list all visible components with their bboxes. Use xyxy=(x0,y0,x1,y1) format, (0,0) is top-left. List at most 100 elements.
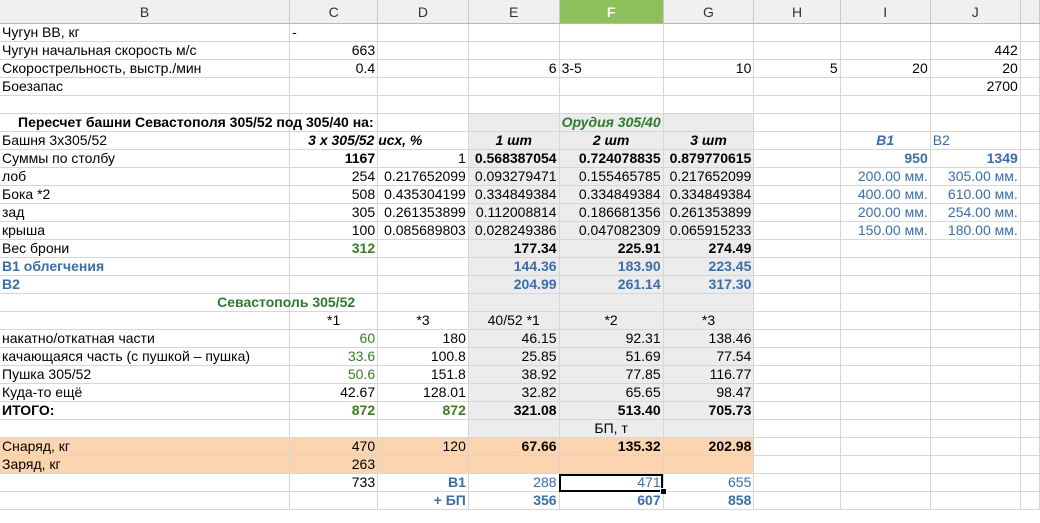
cell[interactable]: 0.155465785 xyxy=(559,167,664,186)
cell[interactable] xyxy=(663,23,755,42)
cell[interactable]: БП, т xyxy=(559,419,664,438)
cell[interactable]: 3-5 xyxy=(559,59,664,78)
cell[interactable]: 2 шт xyxy=(559,131,664,150)
cell[interactable]: Снаряд, кг xyxy=(0,437,291,456)
cell[interactable] xyxy=(663,77,755,96)
cell[interactable]: ИТОГО: xyxy=(0,401,291,420)
cell[interactable]: 32.82 xyxy=(468,383,560,402)
cell[interactable]: 0.879770615 xyxy=(663,149,755,168)
cell[interactable]: Орудия 305/40 xyxy=(559,113,664,132)
cell[interactable] xyxy=(1020,437,1040,456)
cell[interactable]: 872 xyxy=(377,401,469,420)
cell[interactable] xyxy=(753,365,841,384)
cell[interactable]: B1 xyxy=(840,131,931,150)
cell[interactable] xyxy=(930,311,1021,330)
cell[interactable]: 202.98 xyxy=(663,437,755,456)
cell[interactable] xyxy=(663,293,755,312)
cell[interactable]: 0.217652099 xyxy=(663,167,755,186)
cell[interactable]: 5 xyxy=(753,59,841,78)
cell[interactable]: 0.093279471 xyxy=(468,167,560,186)
cell[interactable] xyxy=(840,455,931,474)
cell[interactable] xyxy=(0,491,291,510)
column-header-b[interactable]: B xyxy=(0,0,291,24)
cell[interactable] xyxy=(753,437,841,456)
cell[interactable]: 0.261353899 xyxy=(377,203,469,222)
cell[interactable] xyxy=(289,275,379,294)
cell[interactable] xyxy=(1020,383,1040,402)
cell[interactable]: лоб xyxy=(0,167,291,186)
cell[interactable]: B2 xyxy=(0,275,291,294)
cell[interactable] xyxy=(1020,473,1040,492)
cell[interactable] xyxy=(289,257,379,276)
cell[interactable]: 0.085689803 xyxy=(377,221,469,240)
cell[interactable] xyxy=(468,77,560,96)
cell[interactable] xyxy=(0,473,291,492)
cell[interactable] xyxy=(1020,221,1040,240)
cell[interactable]: 321.08 xyxy=(468,401,560,420)
cell[interactable]: Чугун ВВ, кг xyxy=(0,23,291,42)
cell[interactable] xyxy=(1020,131,1040,150)
cell[interactable] xyxy=(1020,185,1040,204)
cell[interactable] xyxy=(1020,149,1040,168)
cell[interactable] xyxy=(468,113,560,132)
cell[interactable] xyxy=(468,293,560,312)
cell[interactable] xyxy=(753,329,841,348)
cell[interactable] xyxy=(840,473,931,492)
cell[interactable] xyxy=(753,419,841,438)
cell[interactable]: 65.65 xyxy=(559,383,664,402)
cell[interactable] xyxy=(1020,113,1040,132)
cell[interactable]: 20 xyxy=(840,59,931,78)
cell[interactable]: 138.46 xyxy=(663,329,755,348)
column-header-g[interactable]: G xyxy=(663,0,755,24)
cell[interactable]: Севастополь 305/52 xyxy=(217,293,379,312)
cell[interactable]: 77.85 xyxy=(559,365,664,384)
cell[interactable]: B1 облегчения xyxy=(0,257,291,276)
cell[interactable]: 225.91 xyxy=(559,239,664,258)
cell[interactable] xyxy=(1020,491,1040,510)
cell[interactable] xyxy=(753,167,841,186)
cell[interactable]: 0.568387054 xyxy=(468,149,560,168)
cell[interactable]: 33.6 xyxy=(289,347,379,366)
cell[interactable] xyxy=(663,419,755,438)
cell[interactable] xyxy=(840,293,931,312)
cell[interactable] xyxy=(753,77,841,96)
cell[interactable]: 0.112008814 xyxy=(468,203,560,222)
cell[interactable] xyxy=(559,293,664,312)
cell[interactable]: 180.00 мм. xyxy=(930,221,1021,240)
cell[interactable]: *3 xyxy=(663,311,755,330)
cell[interactable] xyxy=(840,401,931,420)
cell[interactable]: качающаяся часть (с пушкой – пушка) xyxy=(0,347,291,366)
cell[interactable] xyxy=(1020,41,1040,60)
cell[interactable] xyxy=(559,77,664,96)
cell[interactable] xyxy=(930,239,1021,258)
cell[interactable]: Бока *2 xyxy=(0,185,291,204)
cell[interactable] xyxy=(1020,311,1040,330)
cell[interactable]: Чугун начальная скорость м/с xyxy=(0,41,291,60)
column-header-i[interactable]: I xyxy=(840,0,931,24)
cell[interactable]: 223.45 xyxy=(663,257,755,276)
cell[interactable]: 3 х 305/52 исх, % xyxy=(289,131,422,150)
cell[interactable]: 733 xyxy=(289,473,379,492)
cell[interactable]: 0.028249386 xyxy=(468,221,560,240)
cell[interactable]: 607 xyxy=(559,491,664,510)
cell[interactable]: 67.66 xyxy=(468,437,560,456)
column-header-e[interactable]: E xyxy=(468,0,560,24)
cell[interactable] xyxy=(377,455,469,474)
cell[interactable] xyxy=(1020,257,1040,276)
cell[interactable]: 1 xyxy=(377,149,469,168)
cell[interactable]: 0.261353899 xyxy=(663,203,755,222)
cell[interactable]: 144.36 xyxy=(468,257,560,276)
cell[interactable] xyxy=(663,95,755,114)
cell[interactable] xyxy=(663,455,755,474)
cell[interactable]: 128.01 xyxy=(377,383,469,402)
cell[interactable]: 2700 xyxy=(930,77,1021,96)
cell[interactable]: 1349 xyxy=(930,149,1021,168)
cell[interactable] xyxy=(840,329,931,348)
cell[interactable]: 1167 xyxy=(289,149,379,168)
cell[interactable] xyxy=(377,275,469,294)
cell[interactable] xyxy=(753,455,841,474)
cell[interactable]: 442 xyxy=(930,41,1021,60)
cell[interactable]: 400.00 мм. xyxy=(840,185,931,204)
cell[interactable]: 46.15 xyxy=(468,329,560,348)
cell[interactable] xyxy=(840,347,931,366)
